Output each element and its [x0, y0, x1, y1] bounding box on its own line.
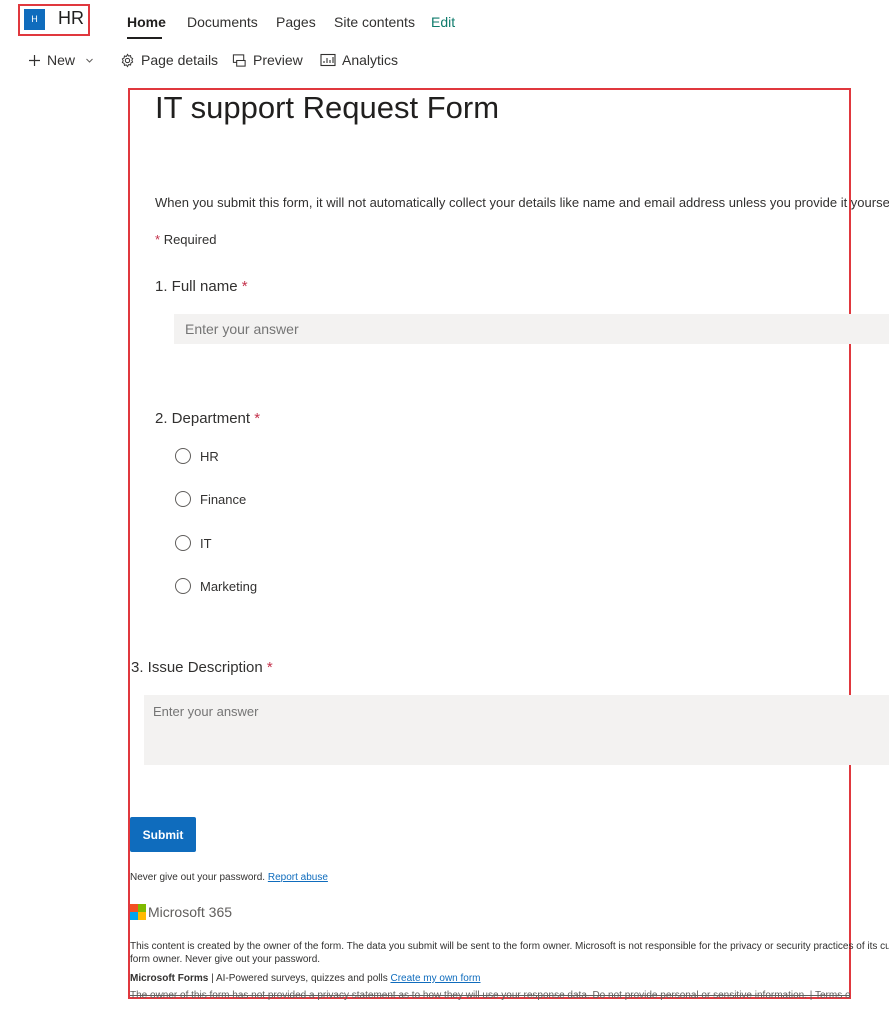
forms-branding-line: Microsoft Forms | AI-Powered surveys, qu…	[130, 973, 481, 984]
forms-name: Microsoft Forms	[130, 973, 209, 984]
privacy-statement: The owner of this form has not provided …	[130, 990, 850, 1001]
question-full-name-title: 1. Full name *	[155, 278, 248, 295]
preview-icon	[232, 53, 246, 67]
issue-description-input[interactable]	[144, 695, 889, 765]
required-star: *	[254, 410, 261, 427]
form-disclaimer: This content is created by the owner of …	[130, 940, 889, 966]
preview-label: Preview	[253, 52, 303, 68]
nav-home[interactable]: Home	[127, 14, 166, 30]
required-star: *	[241, 278, 248, 295]
plus-icon	[29, 54, 40, 66]
new-label: New	[47, 52, 76, 68]
form-description: When you submit this form, it will not a…	[155, 195, 889, 210]
full-name-input[interactable]	[174, 314, 889, 344]
required-note: * Required	[155, 232, 216, 247]
question-department-title: 2. Department *	[155, 410, 260, 427]
question-label: 1. Full name	[155, 278, 238, 295]
radio-button[interactable]	[175, 491, 191, 507]
form-title: IT support Request Form	[155, 90, 500, 125]
analytics-button[interactable]: Analytics	[320, 52, 398, 68]
department-option-hr[interactable]: HR	[175, 448, 219, 464]
radio-button[interactable]	[175, 535, 191, 551]
option-label: Finance	[200, 491, 247, 507]
required-note-label: Required	[163, 232, 217, 247]
department-option-it[interactable]: IT	[175, 535, 212, 551]
disclaimer-line: form owner. Never give out your password…	[130, 954, 321, 965]
nav-pages[interactable]: Pages	[276, 14, 316, 30]
password-note-text: Never give out your password.	[130, 872, 266, 883]
question-issue-description-title: 3. Issue Description *	[131, 659, 273, 676]
option-label: HR	[200, 448, 219, 464]
radio-button[interactable]	[175, 448, 191, 464]
analytics-label: Analytics	[342, 52, 399, 68]
page-details-label: Page details	[141, 52, 219, 68]
nav-active-indicator	[127, 37, 162, 39]
gear-icon	[121, 53, 134, 67]
option-label: Marketing	[200, 578, 258, 594]
create-form-link[interactable]: Create my own form	[390, 973, 480, 984]
required-star: *	[266, 659, 273, 676]
chevron-down-icon	[86, 58, 93, 63]
form-highlight-frame	[128, 88, 851, 999]
radio-button[interactable]	[175, 578, 191, 594]
nav-site-contents[interactable]: Site contents	[334, 14, 415, 30]
disclaimer-line: This content is created by the owner of …	[130, 941, 889, 952]
page-details-button[interactable]: Page details	[120, 52, 218, 68]
required-star: *	[155, 232, 161, 247]
analytics-icon	[320, 53, 336, 67]
forms-tagline: | AI-Powered surveys, quizzes and polls	[211, 973, 388, 984]
nav-edit[interactable]: Edit	[431, 14, 455, 30]
password-note: Never give out your password. Report abu…	[130, 872, 328, 883]
nav-documents[interactable]: Documents	[187, 14, 258, 30]
option-label: IT	[200, 535, 212, 551]
report-abuse-link[interactable]: Report abuse	[268, 872, 328, 883]
microsoft-365-brand: Microsoft 365	[148, 904, 233, 920]
submit-button[interactable]: Submit	[130, 817, 196, 852]
site-name[interactable]: HR	[58, 8, 84, 29]
preview-button[interactable]: Preview	[232, 52, 303, 68]
site-logo-icon[interactable]: H	[24, 9, 45, 30]
department-option-finance[interactable]: Finance	[175, 491, 246, 507]
department-option-marketing[interactable]: Marketing	[175, 578, 257, 594]
microsoft-logo-icon	[130, 904, 146, 920]
question-label: 2. Department	[155, 410, 251, 427]
new-button[interactable]: New	[28, 52, 94, 68]
question-label: 3. Issue Description	[131, 659, 263, 676]
